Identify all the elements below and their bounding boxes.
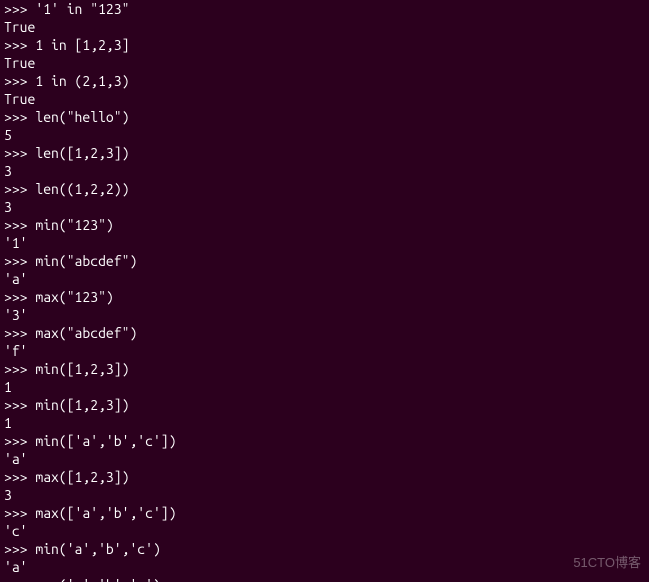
- repl-output-line: 'a': [4, 558, 645, 576]
- repl-input-line: >>> 1 in [1,2,3]: [4, 36, 645, 54]
- terminal-output[interactable]: >>> '1' in "123"True>>> 1 in [1,2,3]True…: [4, 0, 645, 582]
- repl-input-line: >>> min("abcdef"): [4, 252, 645, 270]
- repl-output-line: 3: [4, 198, 645, 216]
- repl-input-line: >>> len((1,2,2)): [4, 180, 645, 198]
- repl-input-line: >>> len("hello"): [4, 108, 645, 126]
- repl-output-line: 1: [4, 378, 645, 396]
- repl-output-line: 'a': [4, 270, 645, 288]
- repl-input-line: >>> max("123"): [4, 288, 645, 306]
- repl-output-line: True: [4, 90, 645, 108]
- repl-input-line: >>> len([1,2,3]): [4, 144, 645, 162]
- repl-input-line: >>> max(['a','b','c']): [4, 504, 645, 522]
- repl-input-line: >>> max([1,2,3]): [4, 468, 645, 486]
- repl-input-line: >>> '1' in "123": [4, 0, 645, 18]
- repl-input-line: >>> 1 in (2,1,3): [4, 72, 645, 90]
- repl-output-line: '1': [4, 234, 645, 252]
- repl-output-line: 'c': [4, 522, 645, 540]
- repl-input-line: >>> min(['a','b','c']): [4, 432, 645, 450]
- repl-output-line: 5: [4, 126, 645, 144]
- repl-output-line: True: [4, 54, 645, 72]
- repl-output-line: '3': [4, 306, 645, 324]
- repl-input-line: >>> max("abcdef"): [4, 324, 645, 342]
- repl-input-line: >>> min([1,2,3]): [4, 360, 645, 378]
- repl-input-line: >>> max('a','b','c'): [4, 576, 645, 582]
- repl-output-line: 3: [4, 486, 645, 504]
- repl-output-line: 'f': [4, 342, 645, 360]
- repl-output-line: 3: [4, 162, 645, 180]
- repl-output-line: True: [4, 18, 645, 36]
- repl-output-line: 'a': [4, 450, 645, 468]
- repl-input-line: >>> min([1,2,3]): [4, 396, 645, 414]
- repl-output-line: 1: [4, 414, 645, 432]
- repl-input-line: >>> min('a','b','c'): [4, 540, 645, 558]
- repl-input-line: >>> min("123"): [4, 216, 645, 234]
